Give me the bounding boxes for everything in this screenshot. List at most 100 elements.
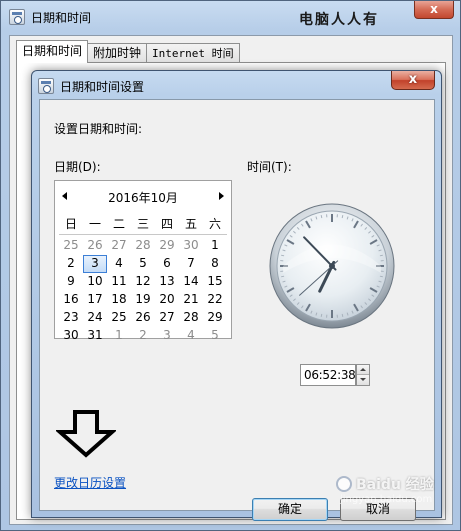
next-month-arrow-icon[interactable] (219, 192, 224, 200)
calendar-day[interactable]: 19 (131, 291, 155, 309)
calendar-day[interactable]: 7 (179, 255, 203, 273)
baidu-url-text: jingyan.baidu.com (340, 494, 433, 505)
calendar-week-row: 25 26 27 28 29 30 1 (59, 237, 227, 255)
calendar-day[interactable]: 13 (155, 273, 179, 291)
calendar-week-row: 23 24 25 26 27 28 29 (59, 309, 227, 327)
ok-button[interactable]: 确定 (252, 498, 328, 521)
calendar-day[interactable]: 1 (107, 327, 131, 345)
watermark-text: 电脑人人有 (299, 12, 379, 28)
calendar-day[interactable]: 11 (107, 273, 131, 291)
clock-minute-tick (320, 215, 323, 219)
calendar-day[interactable]: 25 (107, 309, 131, 327)
clock-app-icon (38, 78, 54, 94)
calendar-day[interactable]: 1 (203, 237, 227, 255)
calendar-day[interactable]: 30 (179, 237, 203, 255)
calendar-day[interactable]: 22 (203, 291, 227, 309)
calendar-grid: 日 一 二 三 四 五 六 25 26 27 28 29 30 1 2 3 4 … (59, 215, 227, 345)
calendar-day[interactable]: 18 (107, 291, 131, 309)
clock-center-pin (329, 263, 335, 269)
calendar-week-row: 30 31 1 2 3 4 5 (59, 327, 227, 345)
tab-additional-clocks[interactable]: 附加时钟 (87, 43, 148, 63)
calendar-day[interactable]: 20 (155, 291, 179, 309)
calendar-day[interactable]: 24 (83, 309, 107, 327)
calendar-day[interactable]: 12 (131, 273, 155, 291)
calendar-day[interactable]: 5 (131, 255, 155, 273)
calendar-week-row: 2 3 4 5 6 7 8 (59, 255, 227, 273)
weekday-header: 日 (64, 217, 77, 231)
dialog-title: 日期和时间设置 (60, 79, 145, 94)
calendar-day[interactable]: 26 (83, 237, 107, 255)
dialog-close-button[interactable]: x (391, 71, 435, 90)
calendar-day[interactable]: 21 (179, 291, 203, 309)
time-input[interactable]: 06:52:38 (300, 364, 356, 386)
calendar-day[interactable]: 6 (155, 255, 179, 273)
calendar-header: 2016年10月 (55, 187, 231, 207)
date-label: 日期(D): (54, 160, 101, 174)
weekday-header: 二 (112, 217, 125, 231)
baidu-brand-text: Baidu 经验 (356, 477, 434, 493)
calendar-day[interactable]: 2 (59, 255, 83, 273)
clock-minute-tick (281, 254, 285, 257)
calendar-day[interactable]: 27 (155, 309, 179, 327)
calendar-day[interactable]: 27 (107, 237, 131, 255)
calendar-day[interactable]: 15 (203, 273, 227, 291)
outer-close-button[interactable]: x (414, 1, 454, 19)
calendar-day[interactable]: 28 (131, 237, 155, 255)
calendar-day[interactable]: 23 (59, 309, 83, 327)
calendar-day[interactable]: 28 (179, 309, 203, 327)
outer-window-title: 日期和时间 (31, 10, 92, 25)
clock-minute-tick (379, 254, 383, 257)
calendar-day[interactable]: 31 (83, 327, 107, 345)
outer-tab-strip: 日期和时间 附加时钟 Internet 时间 (16, 40, 240, 63)
calendar-day[interactable]: 5 (203, 327, 227, 345)
calendar-day[interactable]: 8 (203, 255, 227, 273)
calendar-day[interactable]: 26 (131, 309, 155, 327)
dialog-client-area: 设置日期和时间: 日期(D): 时间(T): 2016年10月 日 一 二 三 … (39, 99, 435, 521)
weekday-header: 四 (160, 217, 173, 231)
calendar-day[interactable]: 17 (83, 291, 107, 309)
weekday-header: 六 (208, 217, 221, 231)
time-label: 时间(T): (247, 160, 292, 174)
calendar-day[interactable]: 16 (59, 291, 83, 309)
dialog-title-bar: 日期和时间设置 (38, 76, 144, 96)
tab-date-time[interactable]: 日期和时间 (16, 40, 89, 63)
calendar-day[interactable]: 29 (155, 237, 179, 255)
calendar-week-row: 9 10 11 12 13 14 15 (59, 273, 227, 291)
calendar-day[interactable]: 14 (179, 273, 203, 291)
analog-clock (269, 203, 395, 329)
outer-title-bar: 日期和时间 (9, 7, 91, 27)
clock-minute-tick (379, 275, 383, 278)
calendar-day[interactable]: 9 (59, 273, 83, 291)
month-calendar: 2016年10月 日 一 二 三 四 五 六 25 26 27 28 29 30… (54, 180, 232, 342)
date-time-settings-dialog: 日期和时间设置 x 设置日期和时间: 日期(D): 时间(T): 2016年10… (31, 70, 442, 521)
settings-prompt: 设置日期和时间: (54, 122, 143, 136)
weekday-header: 五 (184, 217, 197, 231)
time-decrement-arrow-icon[interactable] (357, 375, 369, 385)
clock-app-icon (9, 9, 25, 25)
calendar-day[interactable]: 3 (155, 327, 179, 345)
calendar-day[interactable]: 4 (179, 327, 203, 345)
time-spinner (356, 364, 370, 386)
calendar-day[interactable]: 30 (59, 327, 83, 345)
tab-internet-time[interactable]: Internet 时间 (146, 43, 240, 63)
weekday-header-row: 日 一 二 三 四 五 六 (59, 215, 227, 235)
clock-minute-tick (341, 313, 344, 317)
baidu-paw-logo-icon (336, 476, 352, 492)
calendar-month-title[interactable]: 2016年10月 (55, 189, 231, 206)
calendar-day-selected[interactable]: 3 (83, 255, 107, 273)
time-increment-arrow-icon[interactable] (357, 365, 369, 375)
calendar-day[interactable]: 25 (59, 237, 83, 255)
clock-minute-tick (281, 275, 285, 278)
calendar-week-row: 16 17 18 19 20 21 22 (59, 291, 227, 309)
clock-minute-tick (341, 215, 344, 219)
weekday-header: 一 (88, 217, 101, 231)
weekday-header: 三 (136, 217, 149, 231)
calendar-day[interactable]: 2 (131, 327, 155, 345)
calendar-day[interactable]: 10 (83, 273, 107, 291)
clock-minute-tick (320, 313, 323, 317)
down-arrow-annotation-icon (56, 410, 116, 458)
change-calendar-settings-link[interactable]: 更改日历设置 (54, 474, 126, 491)
calendar-day[interactable]: 4 (107, 255, 131, 273)
calendar-day[interactable]: 29 (203, 309, 227, 327)
baidu-jingyan-watermark: Baidu 经验 (336, 474, 434, 494)
